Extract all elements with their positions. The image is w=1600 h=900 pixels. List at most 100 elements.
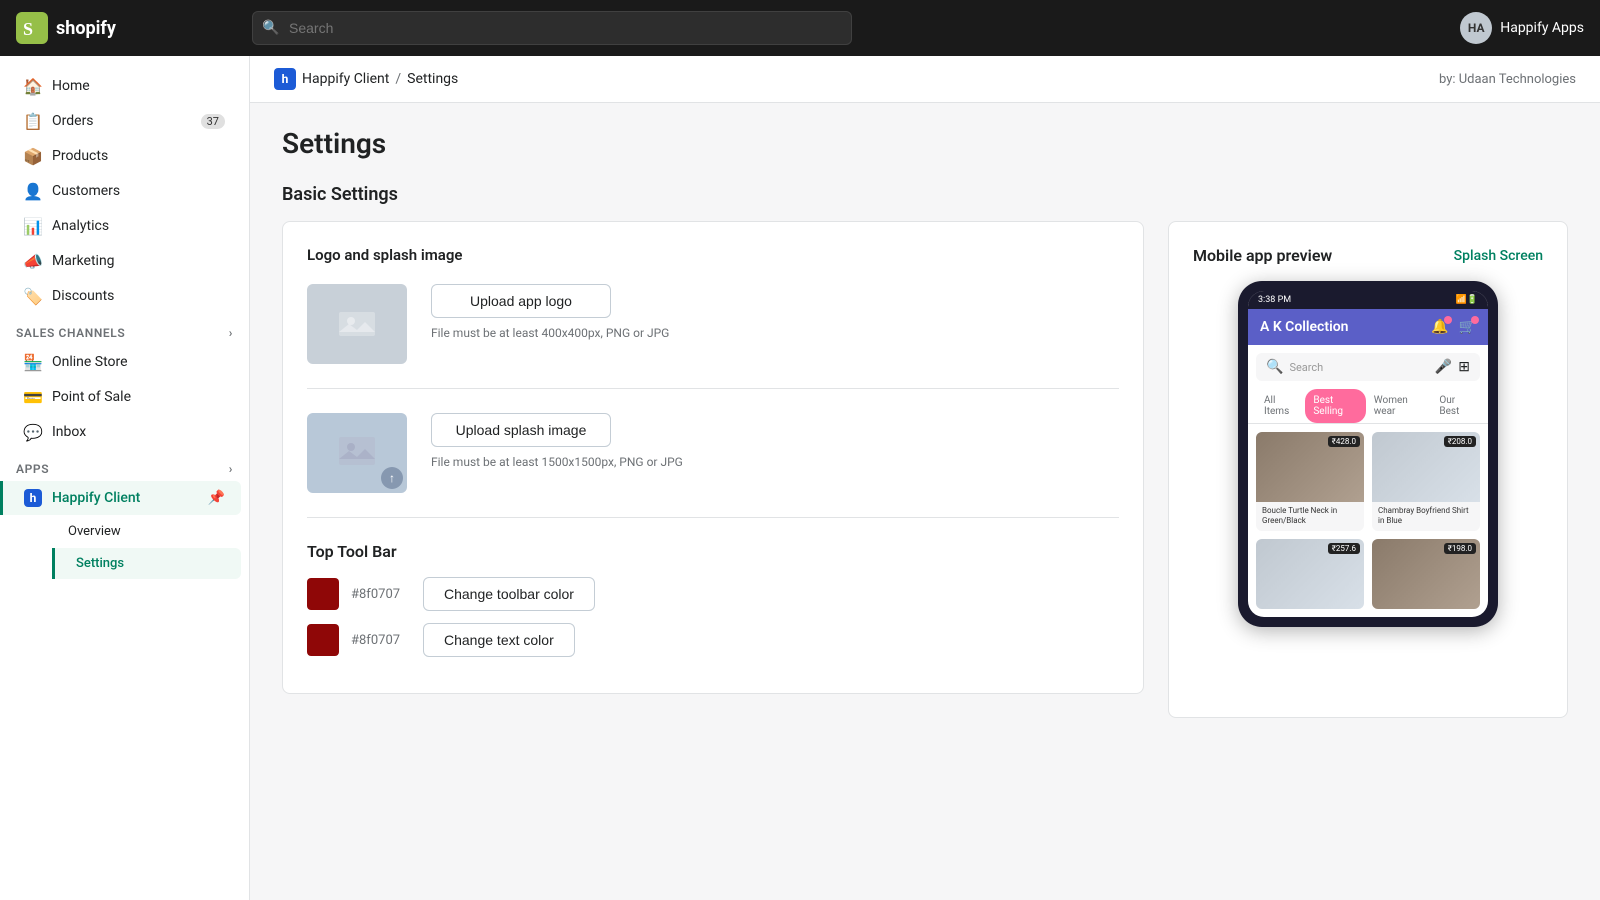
preview-title: Mobile app preview bbox=[1193, 246, 1332, 265]
sidebar-item-label: Online Store bbox=[52, 354, 128, 370]
sidebar-item-analytics[interactable]: 📊 Analytics bbox=[8, 209, 241, 243]
phone-status-icons: 📶🔋 bbox=[1456, 295, 1478, 305]
logo-preview bbox=[307, 284, 407, 364]
sidebar-item-label: Analytics bbox=[52, 218, 109, 234]
user-name: Happify Apps bbox=[1500, 20, 1584, 36]
sidebar-item-label: Marketing bbox=[52, 253, 115, 269]
orders-icon: 📋 bbox=[24, 112, 42, 130]
sidebar-item-label: Home bbox=[52, 78, 90, 94]
toolbar-color-swatch bbox=[307, 578, 339, 610]
product-name-1: Boucle Turtle Neck in Green/Black bbox=[1256, 502, 1364, 531]
analytics-icon: 📊 bbox=[24, 217, 42, 235]
sidebar-item-discounts[interactable]: 🏷️ Discounts bbox=[8, 279, 241, 313]
sidebar-item-overview[interactable]: Overview bbox=[52, 516, 241, 547]
preview-header: Mobile app preview Splash Screen bbox=[1193, 246, 1543, 265]
phone-search-bar: 🔍 Search 🎤 ⊞ bbox=[1256, 353, 1480, 381]
page-content: Settings Basic Settings Logo and splash … bbox=[250, 103, 1600, 742]
search-container: 🔍 bbox=[252, 11, 852, 45]
app-breadcrumb-icon: h bbox=[274, 68, 296, 90]
sales-channels-section: Sales channels › bbox=[0, 314, 249, 344]
search-input[interactable] bbox=[252, 11, 852, 45]
splash-preview: ↑ bbox=[307, 413, 407, 493]
sidebar-item-happify-client[interactable]: h Happify Client 📌 bbox=[0, 481, 241, 515]
sidebar-item-orders[interactable]: 📋 Orders 37 bbox=[8, 104, 241, 138]
product-price-1: ₹428.0 bbox=[1328, 436, 1360, 447]
phone-tab-best: Best Selling bbox=[1305, 389, 1365, 423]
product-name-2: Chambray Boyfriend Shirt in Blue bbox=[1372, 502, 1480, 531]
sidebar: 🏠 Home 📋 Orders 37 📦 Products 👤 Customer… bbox=[0, 56, 250, 900]
product-price-2: ₹208.0 bbox=[1444, 436, 1476, 447]
breadcrumb-app-link[interactable]: Happify Client bbox=[302, 71, 389, 87]
phone-tabs: All Items Best Selling Women wear Our Be… bbox=[1248, 389, 1488, 424]
upload-splash-section: ↑ Upload splash image File must be at le… bbox=[307, 413, 1119, 518]
sidebar-item-home[interactable]: 🏠 Home bbox=[8, 69, 241, 103]
text-color-row: #8f0707 Change text color bbox=[307, 623, 1119, 657]
splash-screen-link[interactable]: Splash Screen bbox=[1454, 248, 1543, 264]
sidebar-item-label: Customers bbox=[52, 183, 120, 199]
toolbar-section: Top Tool Bar #8f0707 Change toolbar colo… bbox=[307, 542, 1119, 657]
logo-splash-card: Logo and splash image Upload app logo bbox=[282, 221, 1144, 694]
breadcrumb-separator: / bbox=[395, 71, 401, 87]
product-image-1: ₹428.0 bbox=[1256, 432, 1364, 502]
toolbar-title: Top Tool Bar bbox=[307, 542, 1119, 561]
breadcrumb-current: Settings bbox=[407, 71, 458, 87]
sidebar-item-label: Products bbox=[52, 148, 108, 164]
upload-splash-hint: File must be at least 1500x1500px, PNG o… bbox=[431, 455, 1119, 469]
upload-logo-info: Upload app logo File must be at least 40… bbox=[431, 284, 1119, 340]
top-navigation: S shopify 🔍 HA Happify Apps bbox=[0, 0, 1600, 56]
phone-app-bar: A K Collection 🔔 🛒 bbox=[1248, 309, 1488, 345]
upload-splash-info: Upload splash image File must be at leas… bbox=[431, 413, 1119, 469]
sidebar-item-customers[interactable]: 👤 Customers bbox=[8, 174, 241, 208]
chevron-right-icon: › bbox=[229, 326, 233, 340]
point-of-sale-icon: 💳 bbox=[24, 388, 42, 406]
phone-status-bar: 3:38 PM 📶🔋 bbox=[1248, 291, 1488, 309]
breadcrumb: h Happify Client / Settings bbox=[274, 68, 458, 90]
phone-screen: 3:38 PM 📶🔋 A K Collection 🔔 🛒 bbox=[1248, 291, 1488, 617]
phone-search-text: Search bbox=[1289, 361, 1428, 374]
sidebar-item-point-of-sale[interactable]: 💳 Point of Sale bbox=[8, 380, 241, 414]
shopify-logo[interactable]: S shopify bbox=[16, 12, 236, 44]
phone-app-title: A K Collection bbox=[1260, 319, 1348, 335]
page-title: Settings bbox=[282, 127, 1568, 160]
product-image-3: ₹257.6 bbox=[1256, 539, 1364, 609]
upload-logo-button[interactable]: Upload app logo bbox=[431, 284, 611, 318]
product-price-4: ₹198.0 bbox=[1444, 543, 1476, 554]
svg-text:S: S bbox=[23, 19, 33, 39]
search-icon: 🔍 bbox=[262, 20, 279, 36]
avatar[interactable]: HA bbox=[1460, 12, 1492, 44]
sidebar-item-products[interactable]: 📦 Products bbox=[8, 139, 241, 173]
topnav-right: HA Happify Apps bbox=[1460, 12, 1584, 44]
sidebar-item-settings[interactable]: Settings bbox=[52, 548, 241, 579]
notification-icon: 🔔 bbox=[1431, 319, 1448, 335]
home-icon: 🏠 bbox=[24, 77, 42, 95]
phone-product-2: ₹208.0 Chambray Boyfriend Shirt in Blue bbox=[1372, 432, 1480, 531]
change-toolbar-color-button[interactable]: Change toolbar color bbox=[423, 577, 595, 611]
phone-tab-women: Women wear bbox=[1366, 389, 1432, 423]
upload-logo-hint: File must be at least 400x400px, PNG or … bbox=[431, 326, 1119, 340]
phone-tab-ourbest: Our Best bbox=[1431, 389, 1480, 423]
card-title: Logo and splash image bbox=[307, 246, 1119, 264]
inbox-icon: 💬 bbox=[24, 423, 42, 441]
product-price-3: ₹257.6 bbox=[1328, 543, 1360, 554]
phone-product-1: ₹428.0 Boucle Turtle Neck in Green/Black bbox=[1256, 432, 1364, 531]
online-store-icon: 🏪 bbox=[24, 353, 42, 371]
app-header: h Happify Client / Settings by: Udaan Te… bbox=[250, 56, 1600, 103]
preview-card: Mobile app preview Splash Screen 3:38 PM… bbox=[1168, 221, 1568, 718]
sidebar-item-label: Settings bbox=[76, 556, 124, 571]
logo-text: shopify bbox=[56, 18, 116, 39]
phone-product-4: ₹198.0 bbox=[1372, 539, 1480, 609]
customers-icon: 👤 bbox=[24, 182, 42, 200]
sidebar-item-marketing[interactable]: 📣 Marketing bbox=[8, 244, 241, 278]
upload-splash-button[interactable]: Upload splash image bbox=[431, 413, 611, 447]
chevron-right-icon: › bbox=[229, 462, 233, 476]
apps-section: Apps › bbox=[0, 450, 249, 480]
discounts-icon: 🏷️ bbox=[24, 287, 42, 305]
sidebar-item-online-store[interactable]: 🏪 Online Store bbox=[8, 345, 241, 379]
text-color-value: #8f0707 bbox=[351, 633, 411, 648]
upload-logo-section: Upload app logo File must be at least 40… bbox=[307, 284, 1119, 389]
phone-time: 3:38 PM bbox=[1258, 295, 1291, 305]
phone-product-3: ₹257.6 bbox=[1256, 539, 1364, 609]
sidebar-item-inbox[interactable]: 💬 Inbox bbox=[8, 415, 241, 449]
change-text-color-button[interactable]: Change text color bbox=[423, 623, 575, 657]
happify-client-icon: h bbox=[24, 489, 42, 507]
